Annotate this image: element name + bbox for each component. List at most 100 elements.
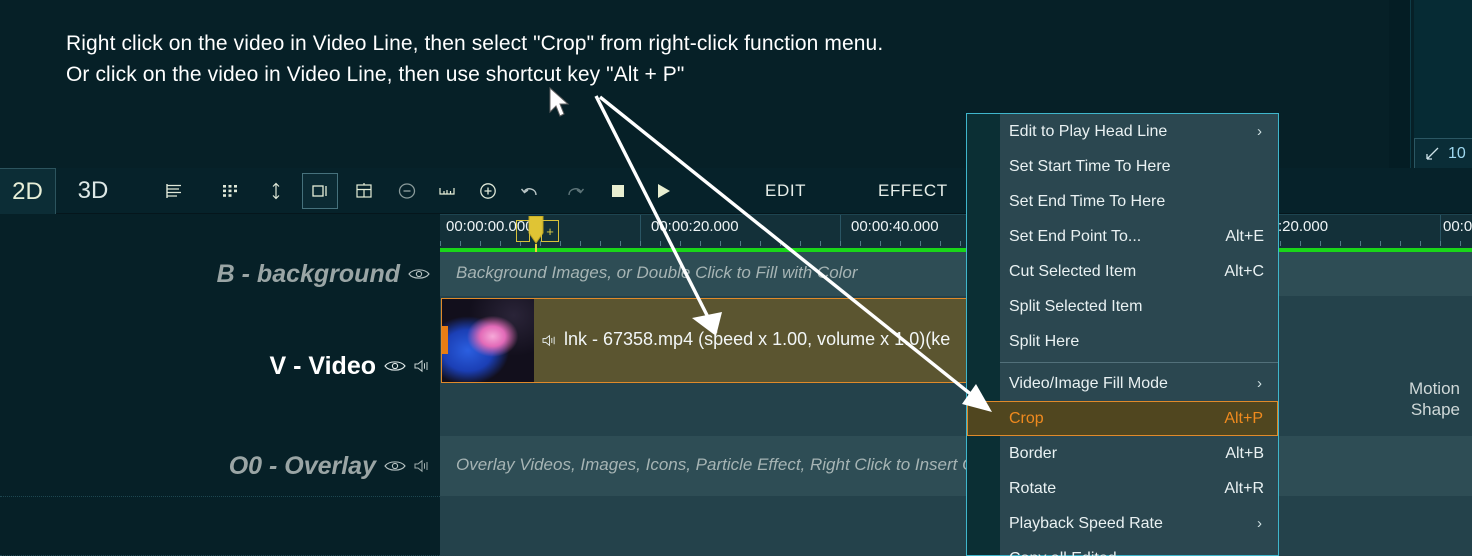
undo-icon[interactable] (515, 176, 545, 206)
track-title-overlay: O0 - Overlay (228, 451, 376, 480)
ruler-icon[interactable] (432, 176, 462, 206)
context-menu-item-set-end-point-to[interactable]: Set End Point To... Alt+E (967, 219, 1278, 254)
track-body-background[interactable]: Background Images, or Double Click to Fi… (440, 252, 1472, 296)
context-menu-item-label: Copy all Edited (1009, 550, 1117, 556)
instruction-line-1: Right click on the video in Video Line, … (66, 32, 884, 55)
timeline-clip-video[interactable]: lnk - 67358.mp4 (speed x 1.00, volume x … (441, 298, 1041, 383)
track-body-overlay-sub[interactable] (440, 496, 1472, 556)
context-menu-item-label: Cut Selected Item (1009, 262, 1137, 280)
redo-icon[interactable] (560, 176, 590, 206)
context-menu-item-set-start-time-to-here[interactable]: Set Start Time To Here (967, 149, 1278, 184)
ruler-tick (600, 241, 601, 246)
eye-icon[interactable] (384, 459, 406, 473)
context-menu-item-label: Video/Image Fill Mode (1009, 374, 1168, 392)
play-icon[interactable] (648, 176, 678, 206)
ruler-tick (720, 241, 721, 246)
instruction-text: Right click on the video in Video Line, … (66, 28, 883, 90)
zoom-in-icon[interactable] (473, 176, 503, 206)
context-menu-item-rotate[interactable]: Rotate Alt+R (967, 471, 1278, 506)
eye-icon[interactable] (384, 359, 406, 373)
track-sublabels-video[interactable]: Motion Shape (1409, 378, 1460, 420)
clip-label-text: lnk - 67358.mp4 (speed x 1.00, volume x … (564, 329, 951, 349)
context-menu-item-shortcut: Alt+P (1224, 409, 1263, 427)
track-body-overlay[interactable]: Overlay Videos, Images, Icons, Particle … (440, 436, 1472, 496)
ruler-tick (1340, 241, 1341, 246)
ruler-tick (840, 241, 841, 246)
preview-panel-edge (1389, 0, 1411, 168)
ruler-tick (480, 241, 481, 246)
instruction-line-2: Or click on the video in Video Line, the… (66, 63, 685, 86)
ruler-tick (1360, 241, 1361, 246)
context-menu-item-playback-speed-rate[interactable]: Playback Speed Rate › (967, 506, 1278, 541)
context-menu-separator (967, 362, 1278, 363)
context-menu-item-shortcut: Alt+B (1225, 444, 1264, 462)
context-menu-item-label: Split Selected Item (1009, 297, 1143, 315)
track-header-video[interactable]: V - Video (0, 296, 440, 436)
ruler-tick (500, 241, 501, 246)
track-header-overlay[interactable]: O0 - Overlay (0, 436, 440, 496)
ruler-tick (1380, 241, 1381, 246)
tab-3d-label: 3D (77, 177, 109, 204)
ruler-tick (1420, 241, 1421, 246)
context-menu-item-copy-all-edited[interactable]: Copy all Edited (967, 541, 1278, 556)
zoom-out-icon[interactable] (392, 176, 422, 206)
context-menu-item-label: Playback Speed Rate (1009, 514, 1163, 532)
ruler-tick (440, 241, 441, 246)
stop-icon[interactable] (603, 176, 633, 206)
context-menu-item-label: Set Start Time To Here (1009, 157, 1171, 175)
ruler-tick (1400, 241, 1401, 246)
context-menu-item-video-image-fill-mode[interactable]: Video/Image Fill Mode › (967, 366, 1278, 401)
grid-dots-icon[interactable] (216, 176, 246, 206)
tab-2d-label: 2D (12, 177, 43, 205)
tab-2d[interactable]: 2D (0, 168, 56, 214)
ruler-tick (860, 241, 861, 246)
frame-select-icon-button[interactable] (302, 173, 338, 209)
context-menu-item-crop[interactable]: Crop Alt+P (967, 401, 1278, 436)
ruler-tick (640, 241, 641, 246)
tab-3d[interactable]: 3D (64, 168, 122, 214)
context-menu-item-shortcut: Alt+R (1224, 479, 1264, 497)
sublabel-shape[interactable]: Shape (1409, 399, 1460, 420)
eye-icon[interactable] (408, 267, 430, 281)
ruler-tick (820, 241, 821, 246)
ruler-label: 00:00:20.000 (651, 218, 739, 235)
context-menu-item-cut-selected-item[interactable]: Cut Selected Item Alt+C (967, 254, 1278, 289)
context-menu-item-label: Crop (1009, 409, 1044, 427)
track-title-background: B - background (216, 259, 400, 288)
ruler-tick (660, 241, 661, 246)
playhead-left-marker[interactable] (516, 220, 530, 242)
effect-tab[interactable]: EFFECT (878, 168, 948, 214)
ruler-tick (560, 241, 561, 246)
edit-tab[interactable]: EDIT (765, 168, 806, 214)
context-menu-item-edit-to-play-head-line[interactable]: Edit to Play Head Line › (967, 114, 1278, 149)
ruler-labels: 00:00:00.000 00:00:20.000 00:00:40.000 :… (440, 215, 1472, 241)
chevron-right-icon: › (1257, 515, 1262, 532)
playhead-add-marker[interactable]: + (541, 220, 559, 242)
right-click-context-menu[interactable]: Edit to Play Head Line › Set Start Time To… (966, 113, 1279, 556)
context-menu-item-border[interactable]: Border Alt+B (967, 436, 1278, 471)
ruler-tick (680, 241, 681, 246)
calendar-grid-icon[interactable] (349, 176, 379, 206)
effect-tab-label: EFFECT (878, 181, 948, 200)
zoom-level-value: 10 (1448, 144, 1466, 162)
sublabel-motion[interactable]: Motion (1409, 378, 1460, 399)
ruler-tick (700, 241, 701, 246)
chevron-right-icon: › (1257, 123, 1262, 140)
track-title-video: V - Video (269, 351, 376, 380)
track-header-background[interactable]: B - background (0, 252, 440, 296)
context-menu-item-label: Border (1009, 444, 1058, 462)
chevron-right-icon: › (1257, 375, 1262, 392)
zoom-level-control[interactable]: 10 (1414, 138, 1472, 168)
context-menu-item-set-end-time-to-here[interactable]: Set End Time To Here (967, 184, 1278, 219)
speaker-icon[interactable] (414, 359, 430, 373)
ruler-tick (1460, 241, 1461, 246)
speaker-icon[interactable] (414, 459, 430, 473)
vertical-resize-icon[interactable] (261, 176, 291, 206)
list-lines-icon[interactable] (160, 176, 190, 206)
clip-handle-left[interactable] (442, 326, 448, 354)
ruler-left-padding (0, 214, 440, 254)
ruler-label: 00:00:40.000 (851, 218, 939, 235)
ruler-tick (880, 241, 881, 246)
context-menu-item-split-selected-item[interactable]: Split Selected Item (967, 289, 1278, 324)
context-menu-item-split-here[interactable]: Split Here (967, 324, 1278, 359)
